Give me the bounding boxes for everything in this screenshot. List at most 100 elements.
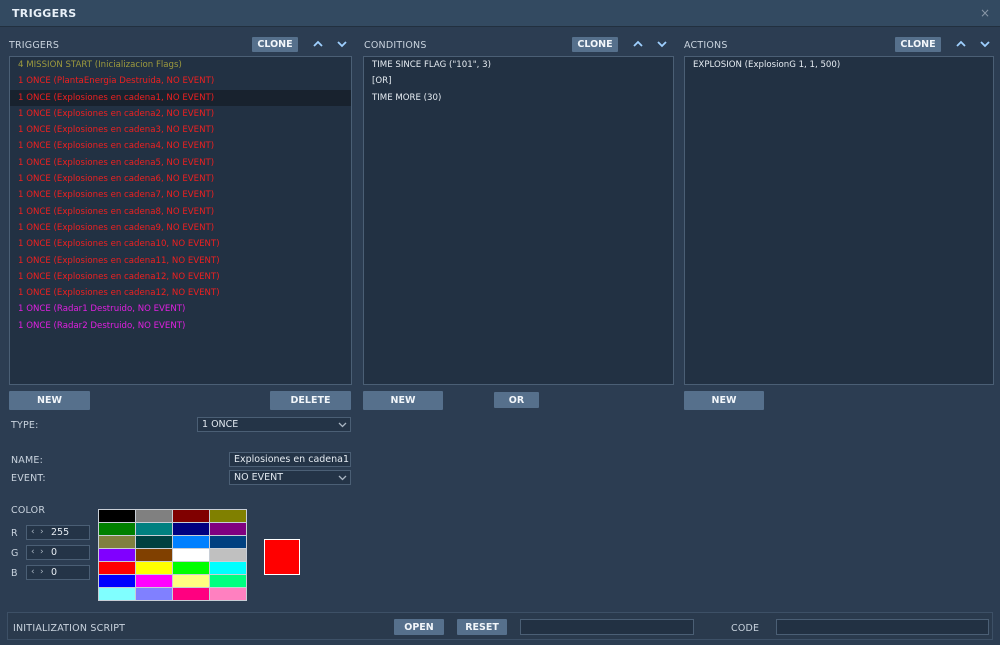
actions-new-button[interactable]: NEW <box>684 391 764 410</box>
increment-icon[interactable]: › <box>40 566 44 579</box>
g-stepper[interactable]: ‹ › 0 <box>26 545 90 560</box>
trigger-item[interactable]: 1 ONCE (PlantaEnergia Destruida, NO EVEN… <box>10 73 351 89</box>
condition-item[interactable]: [OR] <box>364 73 673 89</box>
color-swatch[interactable] <box>99 536 135 548</box>
color-swatch[interactable] <box>210 510 246 522</box>
triggers-delete-button[interactable]: DELETE <box>270 391 351 410</box>
reset-button[interactable]: RESET <box>457 619 507 635</box>
action-item[interactable]: EXPLOSION (ExplosionG 1, 1, 500) <box>685 57 993 73</box>
color-swatch[interactable] <box>210 549 246 561</box>
color-swatch[interactable] <box>136 510 172 522</box>
color-swatch[interactable] <box>210 588 246 600</box>
decrement-icon[interactable]: ‹ <box>31 566 35 579</box>
close-icon[interactable]: × <box>980 6 990 20</box>
condition-item[interactable]: TIME SINCE FLAG ("101", 3) <box>364 57 673 73</box>
color-swatch[interactable] <box>173 588 209 600</box>
trigger-item[interactable]: 1 ONCE (Explosiones en cadena8, NO EVENT… <box>10 204 351 220</box>
trigger-item[interactable]: 1 ONCE (Explosiones en cadena12, NO EVEN… <box>10 285 351 301</box>
type-label: TYPE: <box>11 420 39 431</box>
actions-header: ACTIONS <box>684 40 728 51</box>
actions-move-up-icon[interactable] <box>954 37 968 51</box>
trigger-item[interactable]: 1 ONCE (Explosiones en cadena2, NO EVENT… <box>10 106 351 122</box>
color-swatch[interactable] <box>173 575 209 587</box>
title-bar <box>0 0 1000 27</box>
chevron-down-icon <box>338 471 347 490</box>
color-swatch[interactable] <box>173 536 209 548</box>
color-swatch[interactable] <box>99 588 135 600</box>
triggers-new-button[interactable]: NEW <box>9 391 90 410</box>
trigger-item[interactable]: 1 ONCE (Explosiones en cadena7, NO EVENT… <box>10 187 351 203</box>
event-select[interactable]: NO EVENT <box>229 470 351 485</box>
trigger-item[interactable]: 1 ONCE (Explosiones en cadena6, NO EVENT… <box>10 171 351 187</box>
event-select-value: NO EVENT <box>234 472 284 483</box>
b-stepper[interactable]: ‹ › 0 <box>26 565 90 580</box>
color-swatch[interactable] <box>136 575 172 587</box>
window-title: TRIGGERS <box>12 7 77 20</box>
triggers-list[interactable]: 4 MISSION START (Inicializacion Flags) 1 … <box>9 56 352 385</box>
triggers-move-up-icon[interactable] <box>311 37 325 51</box>
b-label: B <box>11 568 18 579</box>
actions-move-down-icon[interactable] <box>978 37 992 51</box>
trigger-item[interactable]: 1 ONCE (Explosiones en cadena11, NO EVEN… <box>10 253 351 269</box>
trigger-item[interactable]: 1 ONCE (Explosiones en cadena10, NO EVEN… <box>10 236 351 252</box>
color-swatch[interactable] <box>99 510 135 522</box>
trigger-item[interactable]: 1 ONCE (Explosiones en cadena12, NO EVEN… <box>10 269 351 285</box>
trigger-item[interactable]: 1 ONCE (Explosiones en cadena4, NO EVENT… <box>10 138 351 154</box>
trigger-item[interactable]: 4 MISSION START (Inicializacion Flags) <box>10 57 351 73</box>
color-swatch[interactable] <box>136 523 172 535</box>
conditions-or-button[interactable]: OR <box>494 392 539 408</box>
color-swatch[interactable] <box>173 523 209 535</box>
actions-list[interactable]: EXPLOSION (ExplosionG 1, 1, 500) <box>684 56 994 385</box>
trigger-item[interactable]: 1 ONCE (Explosiones en cadena9, NO EVENT… <box>10 220 351 236</box>
color-swatch[interactable] <box>210 536 246 548</box>
color-swatch[interactable] <box>136 562 172 574</box>
color-swatch[interactable] <box>210 575 246 587</box>
trigger-item[interactable]: 1 ONCE (Radar2 Destruido, NO EVENT) <box>10 318 351 334</box>
initialization-script-bar: INITIALIZATION SCRIPT OPEN RESET CODE <box>7 612 993 640</box>
increment-icon[interactable]: › <box>40 546 44 559</box>
type-select[interactable]: 1 ONCE <box>197 417 351 432</box>
color-swatch[interactable] <box>210 523 246 535</box>
name-input[interactable]: Explosiones en cadena1 <box>229 452 351 467</box>
trigger-item[interactable]: 1 ONCE (Explosiones en cadena5, NO EVENT… <box>10 155 351 171</box>
name-label: NAME: <box>11 455 44 466</box>
g-label: G <box>11 548 19 559</box>
color-swatch[interactable] <box>136 588 172 600</box>
code-label: CODE <box>731 623 760 634</box>
r-value: 255 <box>51 527 70 538</box>
decrement-icon[interactable]: ‹ <box>31 526 35 539</box>
script-file-field[interactable] <box>520 619 694 635</box>
r-stepper[interactable]: ‹ › 255 <box>26 525 90 540</box>
condition-item[interactable]: TIME MORE (30) <box>364 90 673 106</box>
decrement-icon[interactable]: ‹ <box>31 546 35 559</box>
color-swatch[interactable] <box>136 549 172 561</box>
color-swatch[interactable] <box>99 575 135 587</box>
color-swatch[interactable] <box>99 549 135 561</box>
color-swatch[interactable] <box>136 536 172 548</box>
conditions-clone-button[interactable]: CLONE <box>572 37 618 52</box>
triggers-move-down-icon[interactable] <box>335 37 349 51</box>
code-field[interactable] <box>776 619 989 635</box>
color-swatch[interactable] <box>210 562 246 574</box>
event-label: EVENT: <box>11 473 46 484</box>
trigger-item[interactable]: 1 ONCE (Explosiones en cadena3, NO EVENT… <box>10 122 351 138</box>
conditions-move-up-icon[interactable] <box>631 37 645 51</box>
conditions-move-down-icon[interactable] <box>655 37 669 51</box>
increment-icon[interactable]: › <box>40 526 44 539</box>
actions-clone-button[interactable]: CLONE <box>895 37 941 52</box>
color-swatch[interactable] <box>99 523 135 535</box>
color-swatch[interactable] <box>173 562 209 574</box>
trigger-item[interactable]: 1 ONCE (Radar1 Destruido, NO EVENT) <box>10 301 351 317</box>
color-swatch[interactable] <box>173 549 209 561</box>
r-label: R <box>11 528 18 539</box>
color-swatch[interactable] <box>99 562 135 574</box>
init-script-label: INITIALIZATION SCRIPT <box>13 623 126 634</box>
conditions-new-button[interactable]: NEW <box>363 391 443 410</box>
chevron-down-icon <box>338 418 347 437</box>
trigger-item[interactable]: 1 ONCE (Explosiones en cadena1, NO EVENT… <box>10 89 351 106</box>
color-swatch[interactable] <box>173 510 209 522</box>
triggers-clone-button[interactable]: CLONE <box>252 37 298 52</box>
color-preview <box>264 539 300 575</box>
conditions-list[interactable]: TIME SINCE FLAG ("101", 3) [OR] TIME MORE … <box>363 56 674 385</box>
open-button[interactable]: OPEN <box>394 619 444 635</box>
